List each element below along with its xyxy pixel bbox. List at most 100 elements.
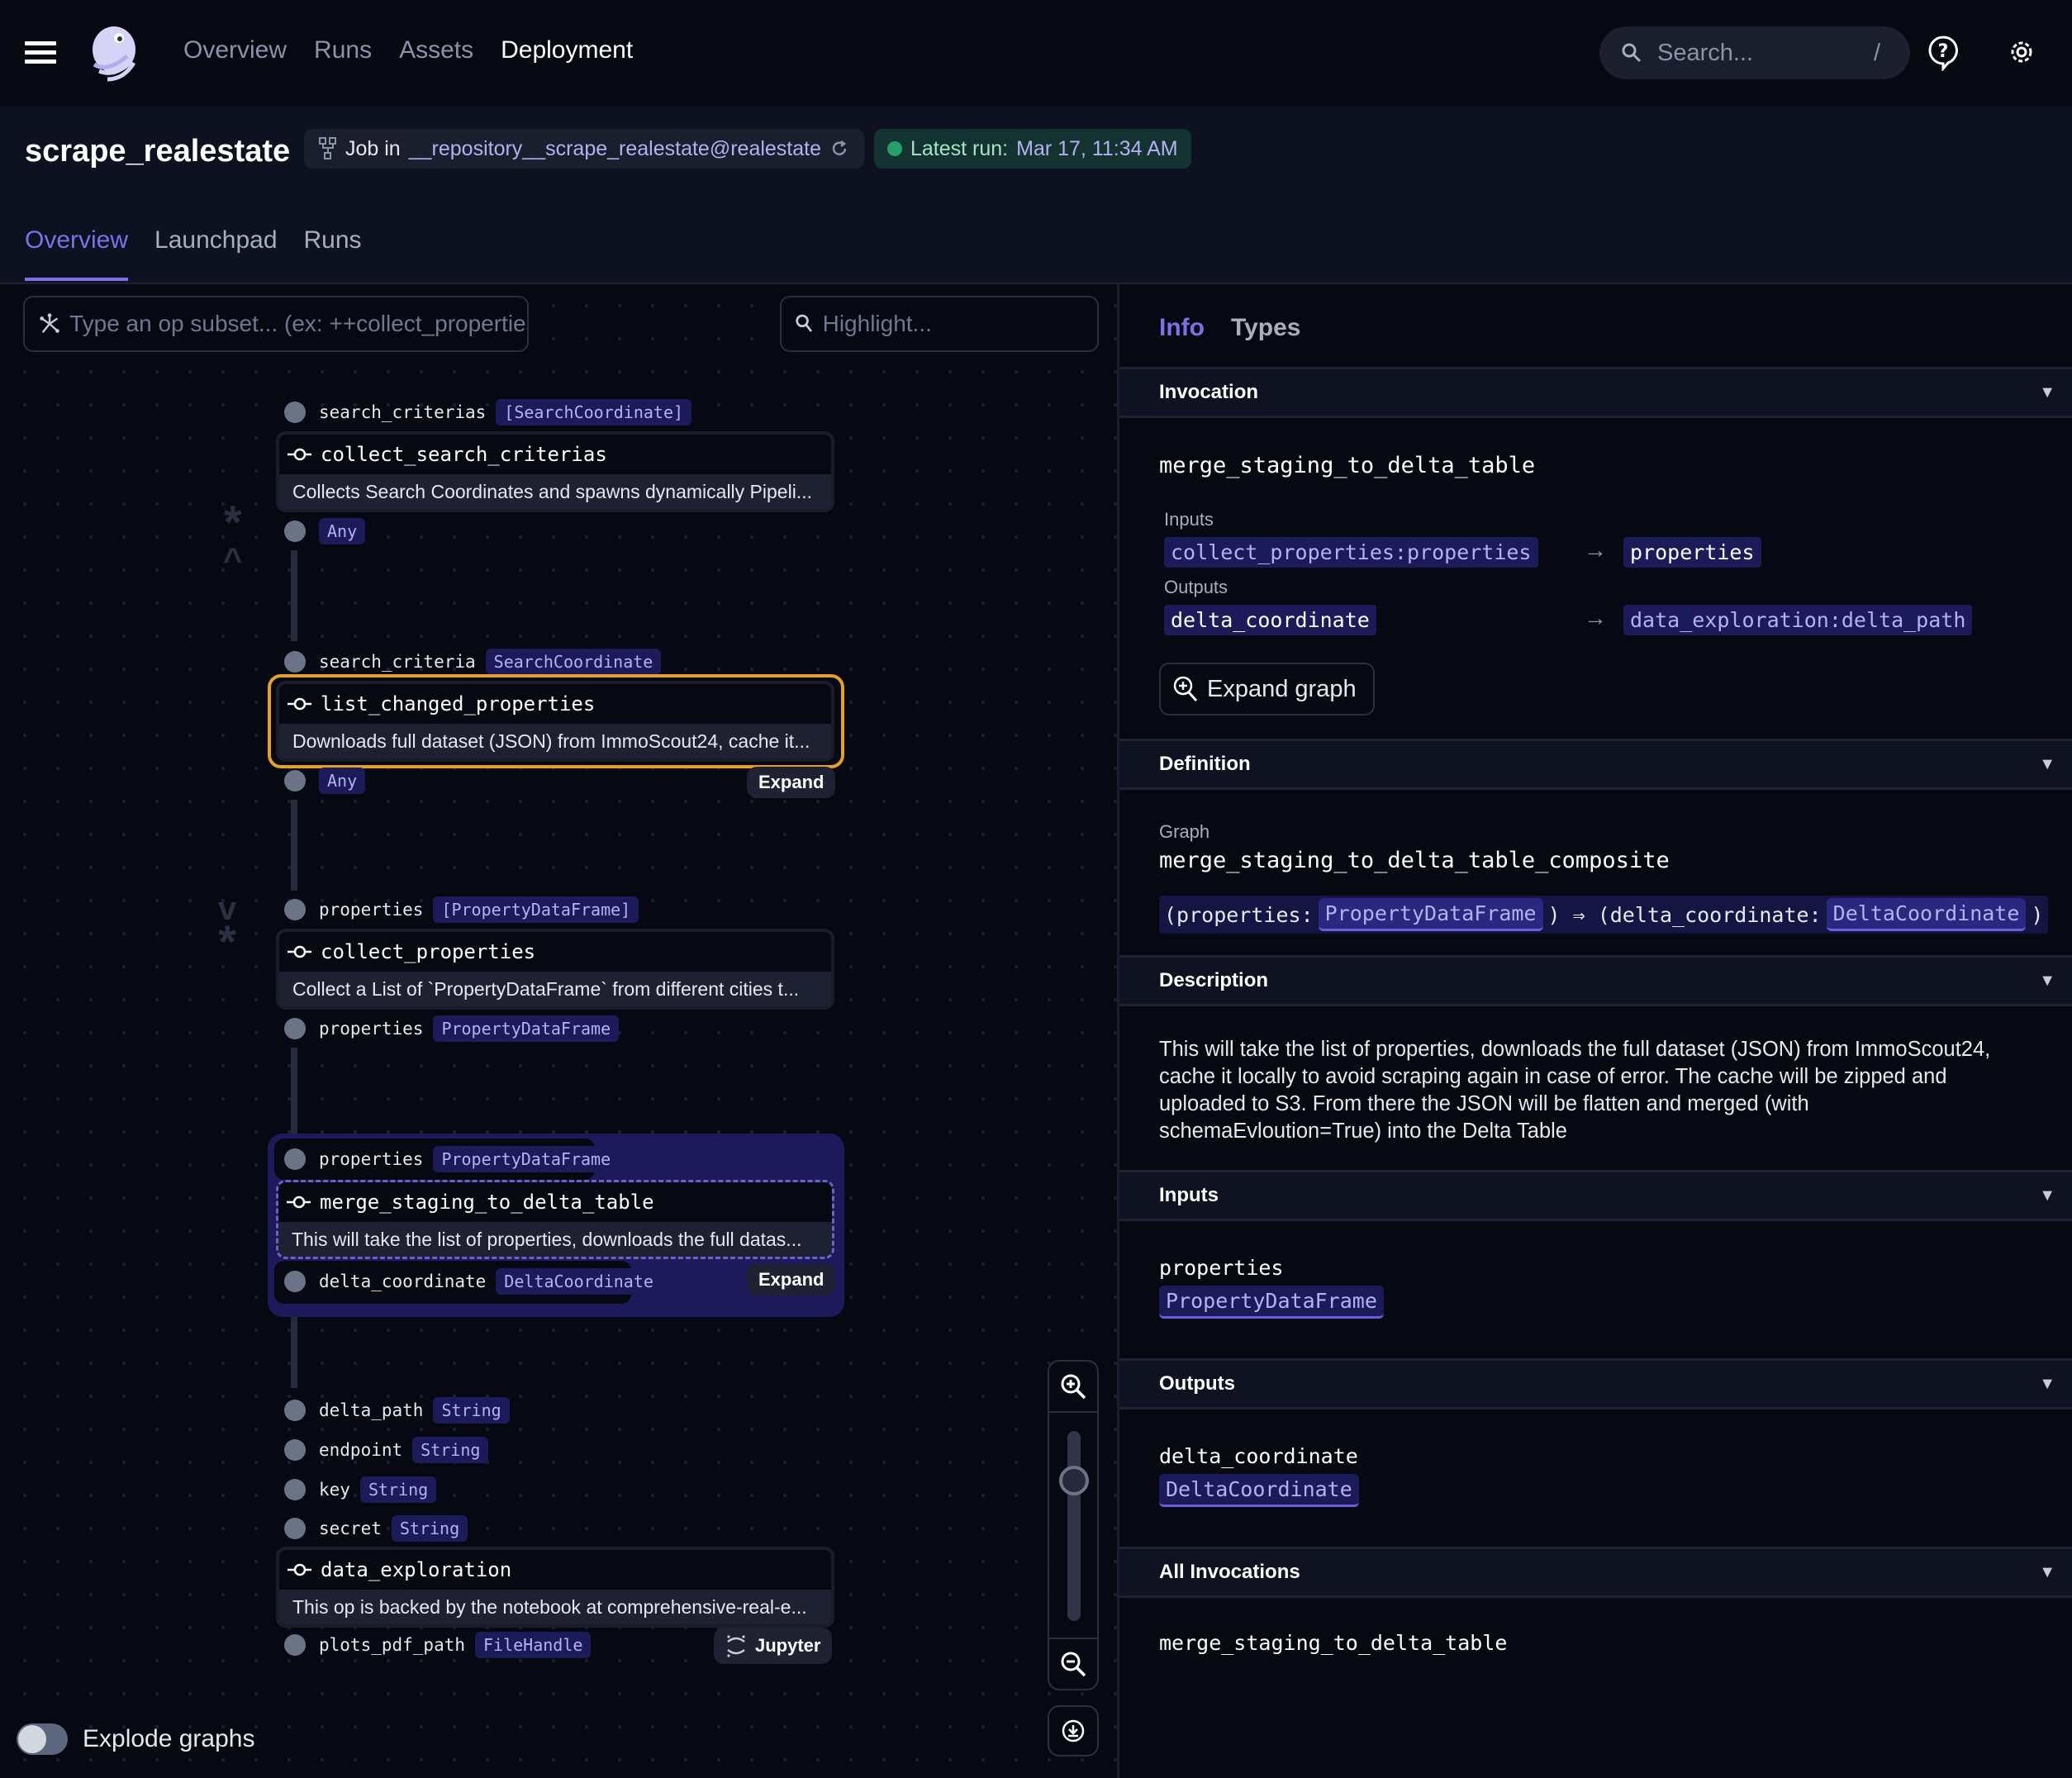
tab-runs[interactable]: Runs (304, 226, 362, 281)
output-port[interactable]: delta_coordinate DeltaCoordinate (284, 1267, 662, 1295)
op-subset-field[interactable] (69, 311, 527, 337)
svg-text:?: ? (1938, 41, 1949, 62)
op-node-data-exploration[interactable]: data_exploration This op is backed by th… (276, 1547, 834, 1628)
type-signature: (properties: PropertyDataFrame ) ⇒ (delt… (1159, 896, 2049, 934)
op-name: list_changed_properties (321, 692, 596, 715)
collapse-icon: ▼ (2039, 1374, 2055, 1393)
port-dot (284, 521, 306, 542)
type-chip[interactable]: DeltaCoordinate (1826, 898, 2027, 931)
tab-types[interactable]: Types (1231, 314, 1300, 372)
input-source-chip[interactable]: collect_properties:properties (1164, 537, 1538, 568)
port-name: search_criterias (319, 402, 487, 422)
op-name: merge_staging_to_delta_table (320, 1191, 654, 1214)
arrow-right-icon: → (1584, 605, 1607, 630)
output-port[interactable]: properties PropertyDataFrame (284, 1015, 620, 1043)
search-icon (796, 314, 813, 332)
explode-graphs-label: Explode graphs (83, 1725, 255, 1752)
type-chip[interactable]: PropertyDataFrame (1318, 898, 1543, 931)
op-node-collect-search-criterias[interactable]: collect_search_criterias Collects Search… (276, 431, 834, 512)
zoom-out-button[interactable] (1049, 1639, 1097, 1689)
explode-graphs-toggle[interactable] (17, 1723, 68, 1755)
repository-link[interactable]: __repository__scrape_realestate@realesta… (409, 137, 821, 161)
input-type-chip[interactable]: PropertyDataFrame (1159, 1286, 1384, 1319)
nav-assets[interactable]: Assets (399, 36, 473, 64)
output-port[interactable]: plots_pdf_path FileHandle (284, 1631, 592, 1659)
op-name: collect_properties (321, 940, 536, 963)
op-node-list-changed-properties[interactable]: list_changed_properties Downloads full d… (276, 681, 834, 762)
port-type: [PropertyDataFrame] (433, 896, 639, 923)
help-icon[interactable]: ? (1927, 35, 1960, 71)
collapse-icon: ▼ (2039, 1562, 2055, 1581)
output-port[interactable]: Any (284, 517, 366, 545)
dagster-logo[interactable] (83, 21, 145, 84)
input-port[interactable]: secret String (284, 1514, 468, 1543)
tab-info[interactable]: Info (1159, 314, 1205, 372)
section-inputs[interactable]: Inputs ▼ (1119, 1170, 2072, 1221)
op-name: collect_search_criterias (321, 443, 607, 466)
zoom-slider-thumb[interactable] (1059, 1466, 1089, 1495)
expand-button[interactable]: Expand (747, 1264, 836, 1295)
menu-icon[interactable] (25, 41, 56, 64)
invocation-list-item[interactable]: merge_staging_to_delta_table (1159, 1631, 1507, 1655)
edge-connector (291, 550, 297, 641)
port-name: properties (319, 1019, 424, 1039)
tab-launchpad[interactable]: Launchpad (154, 226, 277, 281)
reload-icon[interactable] (829, 139, 849, 159)
input-port[interactable]: key String (284, 1476, 437, 1504)
collapse-icon: ▼ (2039, 1186, 2055, 1205)
port-name: secret (319, 1519, 382, 1538)
input-port[interactable]: endpoint String (284, 1436, 489, 1464)
global-search[interactable]: Search... / (1599, 26, 1910, 79)
collapse-icon: ▼ (2039, 383, 2055, 402)
op-subset-input[interactable] (23, 296, 529, 352)
section-definition[interactable]: Definition ▼ (1119, 739, 2072, 790)
zoom-out-icon (1061, 1652, 1086, 1677)
download-button[interactable] (1048, 1705, 1099, 1757)
input-port[interactable]: delta_path String (284, 1396, 510, 1424)
job-tag[interactable]: Job in __repository__scrape_realestate@r… (304, 129, 864, 169)
input-port[interactable]: search_criteria SearchCoordinate (284, 648, 662, 676)
edge-connector (291, 1048, 297, 1139)
search-icon (1622, 43, 1642, 63)
nav-overview[interactable]: Overview (183, 36, 287, 64)
nav-runs[interactable]: Runs (314, 36, 372, 64)
input-port[interactable]: properties PropertyDataFrame (284, 1145, 620, 1173)
top-nav: Overview Runs Assets Deployment Search..… (0, 0, 2072, 106)
op-node-collect-properties[interactable]: collect_properties Collect a List of `Pr… (276, 929, 834, 1010)
port-dot (284, 1518, 306, 1539)
port-name: search_criteria (319, 652, 476, 672)
input-port[interactable]: properties [PropertyDataFrame] (284, 896, 639, 924)
highlight-field[interactable] (822, 311, 1097, 337)
output-target-chip[interactable]: data_exploration:delta_path (1623, 605, 1973, 635)
output-type-chip[interactable]: DeltaCoordinate (1159, 1474, 1359, 1507)
jupyter-label: Jupyter (755, 1635, 821, 1656)
input-target-chip[interactable]: properties (1623, 537, 1761, 568)
section-all-invocations[interactable]: All Invocations ▼ (1119, 1547, 2072, 1598)
expand-graph-button[interactable]: Expand graph (1159, 663, 1375, 715)
section-invocation[interactable]: Invocation ▼ (1119, 367, 2072, 418)
nav-deployment[interactable]: Deployment (501, 36, 633, 64)
gear-icon[interactable] (2008, 38, 2036, 66)
port-type: DeltaCoordinate (496, 1268, 662, 1295)
jupyter-button[interactable]: Jupyter (714, 1628, 833, 1664)
output-source-chip[interactable]: delta_coordinate (1164, 605, 1376, 635)
job-icon (319, 137, 336, 159)
latest-run-tag[interactable]: Latest run: Mar 17, 11:34 AM (874, 129, 1191, 169)
port-type: String (433, 1397, 510, 1424)
output-name: delta_coordinate (1159, 1444, 1358, 1468)
port-dot (284, 1479, 306, 1500)
definition-kind: Graph (1159, 821, 1210, 842)
op-graph-canvas[interactable]: *^ v* search_criterias [SearchCoordinate… (0, 284, 1117, 1778)
zoom-in-button[interactable] (1049, 1362, 1097, 1411)
port-dot (284, 1400, 306, 1421)
latest-run-date[interactable]: Mar 17, 11:34 AM (1016, 137, 1177, 161)
section-outputs[interactable]: Outputs ▼ (1119, 1358, 2072, 1410)
output-port[interactable]: Any (284, 767, 366, 795)
tab-overview[interactable]: Overview (25, 226, 129, 281)
input-port[interactable]: search_criterias [SearchCoordinate] (284, 398, 692, 426)
op-node-merge-staging-to-delta-table[interactable]: merge_staging_to_delta_table This will t… (276, 1180, 834, 1259)
zoom-slider-track[interactable] (1067, 1431, 1081, 1621)
expand-button[interactable]: Expand (747, 767, 836, 798)
section-description[interactable]: Description ▼ (1119, 955, 2072, 1006)
highlight-input[interactable] (780, 296, 1099, 352)
